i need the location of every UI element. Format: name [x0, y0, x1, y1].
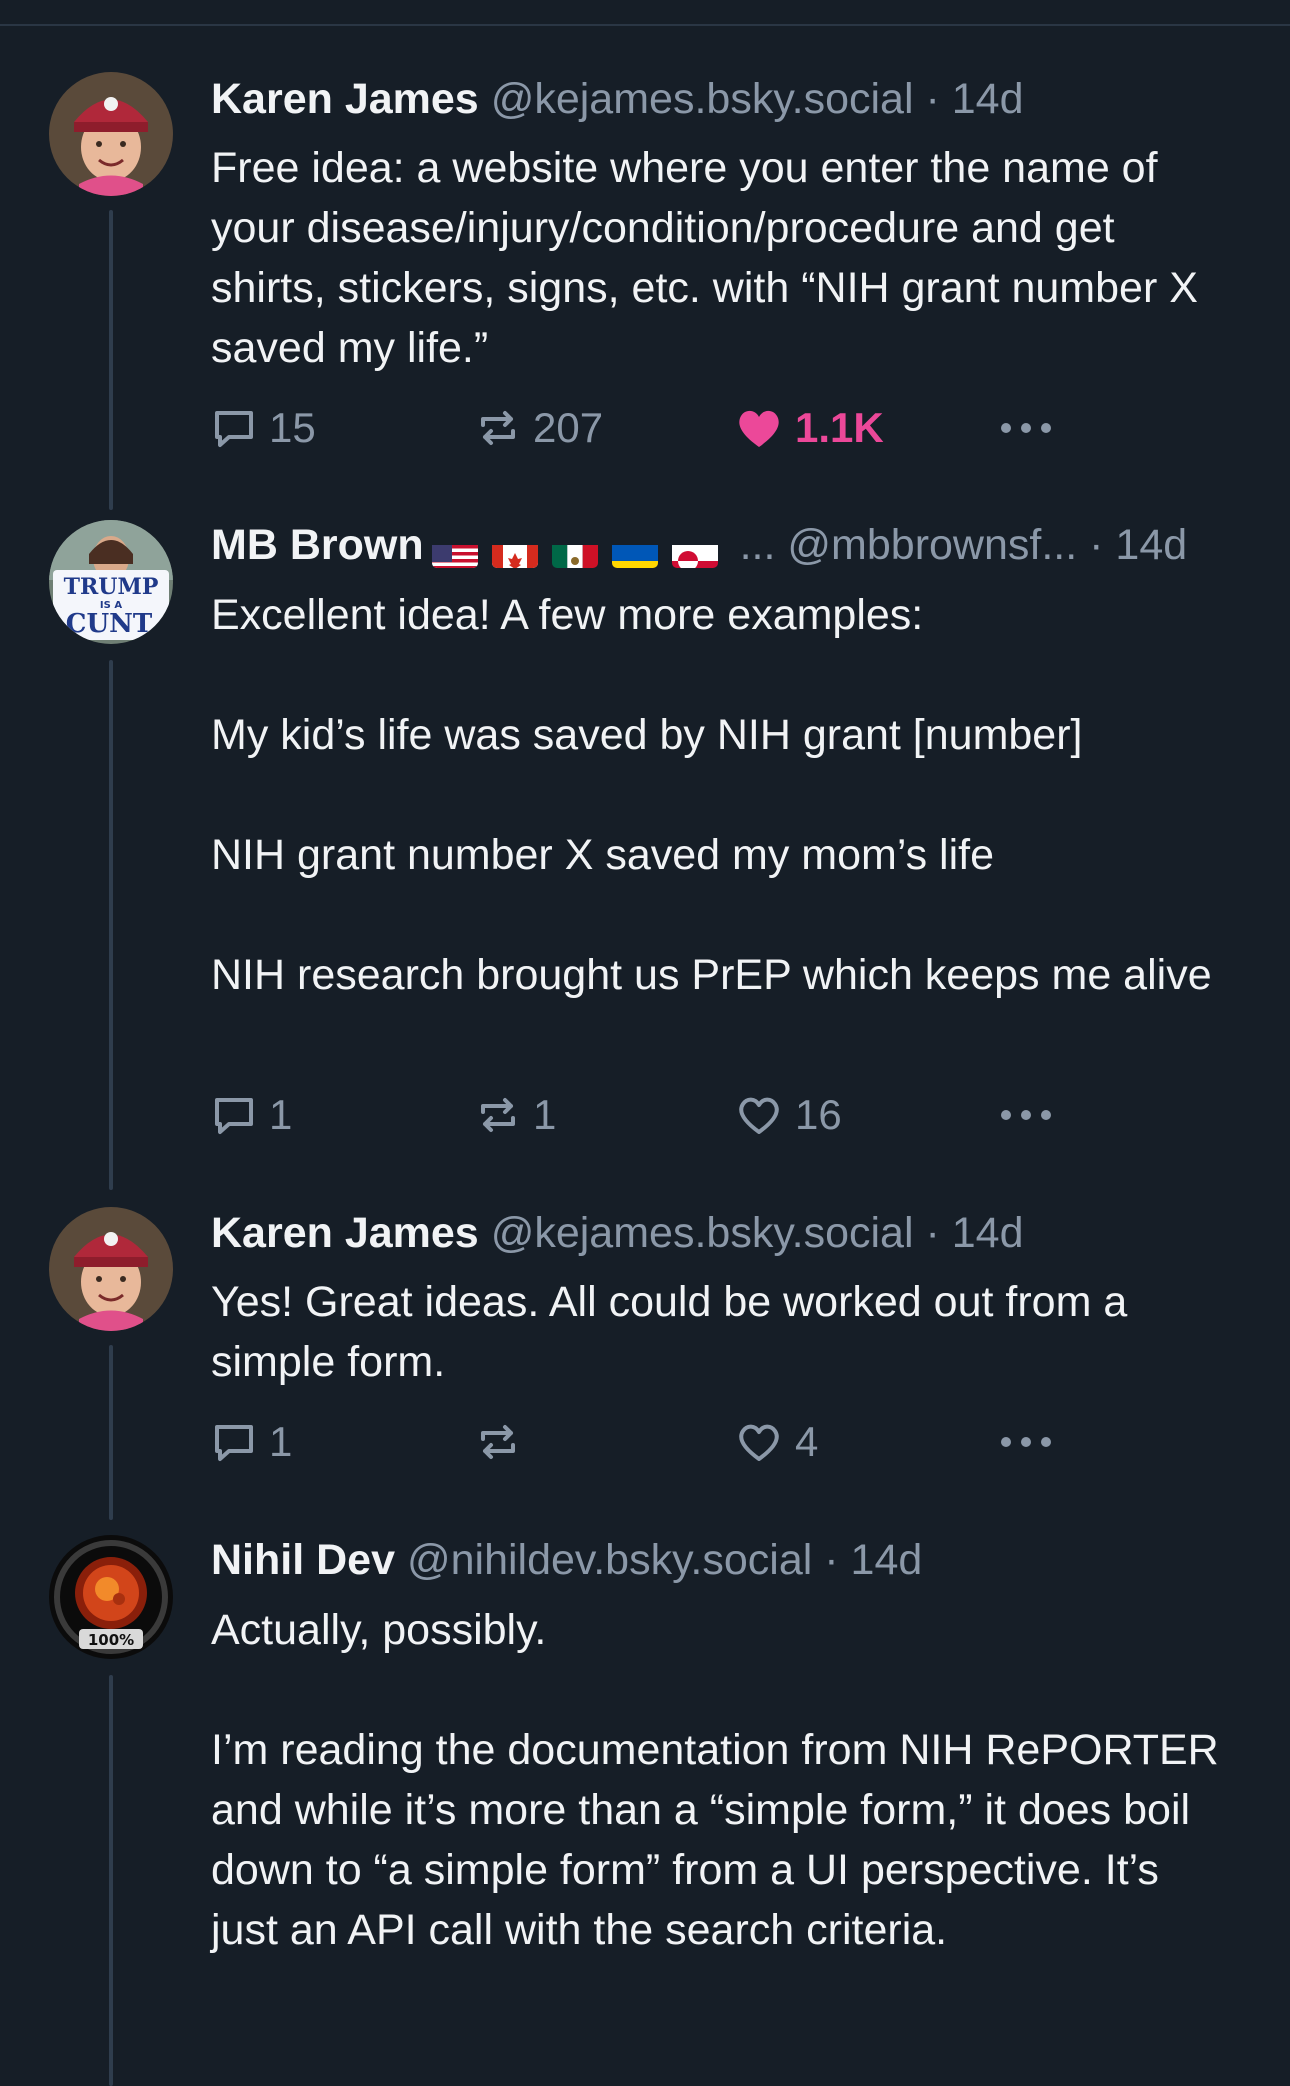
more-options-button[interactable]: [999, 400, 1053, 456]
flag-emojis: [431, 522, 732, 576]
reply-icon: [215, 411, 253, 447]
flag-us-icon: [431, 536, 478, 568]
reply-count: 1: [269, 1418, 293, 1465]
avatar-sign-line-3: CUNT: [66, 609, 153, 639]
reply-icon: [215, 1098, 253, 1134]
author-handle[interactable]: @nihildev.bsky.social: [407, 1536, 812, 1584]
thread-line: [109, 1675, 113, 2086]
like-button[interactable]: 16: [735, 1087, 842, 1143]
name-ellipsis: ...: [739, 521, 776, 569]
more-options-button[interactable]: [999, 1414, 1053, 1470]
post-time[interactable]: 14d: [851, 1536, 923, 1584]
repost-icon: [481, 1425, 515, 1459]
author-name[interactable]: Nihil Dev: [211, 1536, 395, 1584]
repost-icon: [481, 411, 515, 445]
like-count: 4: [795, 1418, 819, 1465]
post-actions: 15 207 1.1K: [211, 400, 1111, 456]
separator: ·: [824, 1536, 839, 1584]
flag-mx-icon: [551, 536, 598, 568]
post-time[interactable]: 14d: [1115, 521, 1187, 569]
thread-line: [109, 1345, 113, 1520]
thread-line: [109, 660, 113, 1190]
author-name[interactable]: Karen James: [211, 1209, 479, 1257]
author-name[interactable]: Karen James: [211, 75, 479, 123]
author-name[interactable]: MB Brown: [211, 521, 424, 569]
reply-icon: [215, 1425, 253, 1461]
flag-gl-icon: [671, 536, 718, 568]
post-text: Actually, possibly. I’m reading the docu…: [211, 1606, 1219, 1954]
like-button[interactable]: 1.1K: [735, 400, 884, 456]
post-actions: 1 1 16: [211, 1087, 1111, 1143]
author-handle[interactable]: @mbbrownsf...: [787, 521, 1077, 569]
avatar-karen[interactable]: [49, 72, 173, 196]
post-header: Karen James @kejames.bsky.social · 14d: [211, 72, 1270, 126]
post-header: Nihil Dev @nihildev.bsky.social · 14d: [211, 1533, 1270, 1587]
like-count: 16: [795, 1091, 842, 1138]
post-text: Yes! Great ideas. All could be worked ou…: [211, 1278, 1140, 1386]
post-time[interactable]: 14d: [952, 75, 1024, 123]
reply-count: 15: [269, 404, 316, 451]
repost-count: 1: [533, 1091, 557, 1138]
repost-count: 207: [533, 404, 604, 451]
heart-outline-icon: [739, 1097, 779, 1134]
more-icon: [1001, 423, 1051, 433]
thread-line: [109, 210, 113, 510]
more-icon: [1001, 1110, 1051, 1120]
separator: ·: [925, 1209, 940, 1257]
post-header: MB Brown ... @mbbrownsf... · 14d: [211, 518, 1270, 576]
heart-outline-icon: [739, 1424, 779, 1461]
author-handle[interactable]: @kejames.bsky.social: [491, 75, 914, 123]
post-time[interactable]: 14d: [952, 1209, 1024, 1257]
repost-button[interactable]: [475, 1414, 533, 1470]
post-actions: 1 4: [211, 1414, 1111, 1470]
separator: ·: [1089, 521, 1104, 569]
separator: ·: [925, 75, 940, 123]
like-button[interactable]: 4: [735, 1414, 818, 1470]
author-handle[interactable]: @kejames.bsky.social: [491, 1209, 914, 1257]
post-text: Free idea: a website where you enter the…: [211, 144, 1210, 372]
flag-ca-icon: [491, 536, 538, 568]
avatar-sign-line-1: TRUMP: [64, 574, 159, 600]
like-count: 1.1K: [795, 404, 884, 451]
reply-count: 1: [269, 1091, 293, 1138]
avatar-badge: 100%: [88, 1631, 134, 1649]
avatar-mbbrown[interactable]: TRUMP IS A CUNT: [49, 520, 173, 644]
top-divider: [0, 24, 1290, 26]
post-text: Excellent idea! A few more examples: My …: [211, 591, 1212, 999]
more-icon: [1001, 1437, 1051, 1447]
heart-filled-icon: [739, 410, 779, 447]
reply-button[interactable]: 15: [211, 400, 316, 456]
flag-ua-icon: [611, 536, 658, 568]
reply-button[interactable]: 1: [211, 1087, 292, 1143]
repost-button[interactable]: 1: [475, 1087, 556, 1143]
post-header: Karen James @kejames.bsky.social · 14d: [211, 1206, 1270, 1260]
more-options-button[interactable]: [999, 1087, 1053, 1143]
avatar-karen[interactable]: [49, 1207, 173, 1331]
avatar-nihildev[interactable]: 100%: [49, 1535, 173, 1659]
reply-button[interactable]: 1: [211, 1414, 292, 1470]
repost-button[interactable]: 207: [475, 400, 603, 456]
repost-icon: [481, 1098, 515, 1132]
